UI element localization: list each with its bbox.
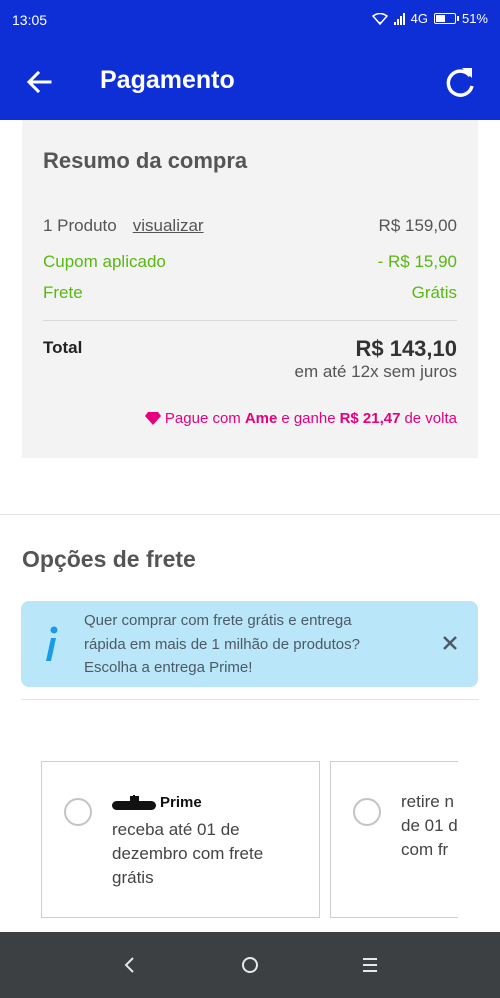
prime-option-line-1: receba até 01 de xyxy=(112,820,240,839)
info-icon xyxy=(46,626,58,661)
product-value: R$ 159,00 xyxy=(378,216,457,235)
diamond-icon xyxy=(144,412,161,425)
prime-info-line-1: Quer comprar com frete grátis e entrega xyxy=(84,612,352,629)
battery-percent: 51% xyxy=(461,11,488,26)
ame-middle: e ganhe xyxy=(281,410,336,427)
menu-lines-icon[interactable] xyxy=(355,950,385,980)
radio-prime[interactable] xyxy=(64,798,92,826)
app-bar: Pagamento xyxy=(0,42,500,120)
ame-cashback-value: R$ 21,47 xyxy=(339,410,401,427)
prime-info-text: Quer comprar com frete grátis e entrega … xyxy=(84,609,414,680)
prime-info-banner: Quer comprar com frete grátis e entrega … xyxy=(21,601,478,687)
close-icon[interactable] xyxy=(440,633,460,653)
status-icons: 4G 51% xyxy=(371,11,488,26)
shipping-option-prime[interactable]: Prime receba até 01 de dezembro com fret… xyxy=(41,761,320,918)
pickup-option-text: retire n de 01 d com fr xyxy=(401,790,458,862)
system-nav-bar xyxy=(0,932,500,998)
ame-cashback-banner: Pague com Ame e ganhe R$ 21,47 de volta xyxy=(144,410,457,427)
pickup-option-line-2: de 01 d xyxy=(401,816,458,835)
prime-option-line-2: dezembro com frete xyxy=(112,844,264,863)
prime-label: Prime xyxy=(160,794,202,811)
info-divider xyxy=(21,699,479,700)
submarine-icon xyxy=(112,794,156,810)
ame-brand: Ame xyxy=(244,410,278,427)
wifi-icon xyxy=(371,12,388,25)
network-type: 4G xyxy=(410,11,428,26)
prime-info-line-2: rápida em mais de 1 milhão de produtos? xyxy=(84,635,360,653)
coupon-value: - R$ 15,90 xyxy=(377,252,457,271)
status-bar: 13:05 4G 51% xyxy=(0,0,500,42)
ame-suffix: de volta xyxy=(404,410,457,427)
shipping-label: Frete xyxy=(43,283,83,302)
view-products-link[interactable]: visualizar xyxy=(133,216,204,235)
chevron-left-icon[interactable] xyxy=(115,950,145,980)
refresh-button[interactable] xyxy=(440,62,480,102)
section-divider xyxy=(0,514,500,515)
radio-pickup[interactable] xyxy=(353,798,381,826)
back-button[interactable] xyxy=(20,62,60,102)
prime-info-line-3: Escolha a entrega Prime! xyxy=(84,659,253,676)
coupon-label: Cupom aplicado xyxy=(43,252,166,271)
prime-option-line-3: grátis xyxy=(112,868,154,887)
pickup-option-line-3: com fr xyxy=(401,840,449,859)
product-row-label: 1 Produto visualizar xyxy=(43,216,204,236)
summary-title: Resumo da compra xyxy=(43,148,248,173)
pickup-option-line-1: retire n xyxy=(401,792,454,811)
battery-icon xyxy=(433,13,459,24)
total-label: Total xyxy=(43,338,83,357)
signal-icon xyxy=(393,12,405,25)
page-title: Pagamento xyxy=(100,66,235,94)
installments-text: em até 12x sem juros xyxy=(294,362,457,381)
product-count: 1 Produto xyxy=(43,216,117,235)
shipping-options-title: Opções de frete xyxy=(22,546,196,572)
prime-option-text: receba até 01 de dezembro com frete grát… xyxy=(112,818,312,890)
refresh-icon xyxy=(446,68,474,97)
shipping-option-pickup[interactable]: retire n de 01 d com fr xyxy=(330,761,458,918)
purchase-summary-card: Resumo da compra 1 Produto visualizar R$ … xyxy=(22,120,478,458)
shipping-value: Grátis xyxy=(411,283,457,302)
battery-fill xyxy=(435,15,446,22)
circle-home-icon[interactable] xyxy=(235,950,265,980)
ame-prefix: Pague com xyxy=(164,410,241,427)
summary-divider xyxy=(43,320,457,321)
total-value: R$ 143,10 xyxy=(355,336,457,361)
arrow-left-icon xyxy=(26,70,52,94)
status-time: 13:05 xyxy=(12,12,48,28)
prime-badge: Prime xyxy=(112,794,202,811)
